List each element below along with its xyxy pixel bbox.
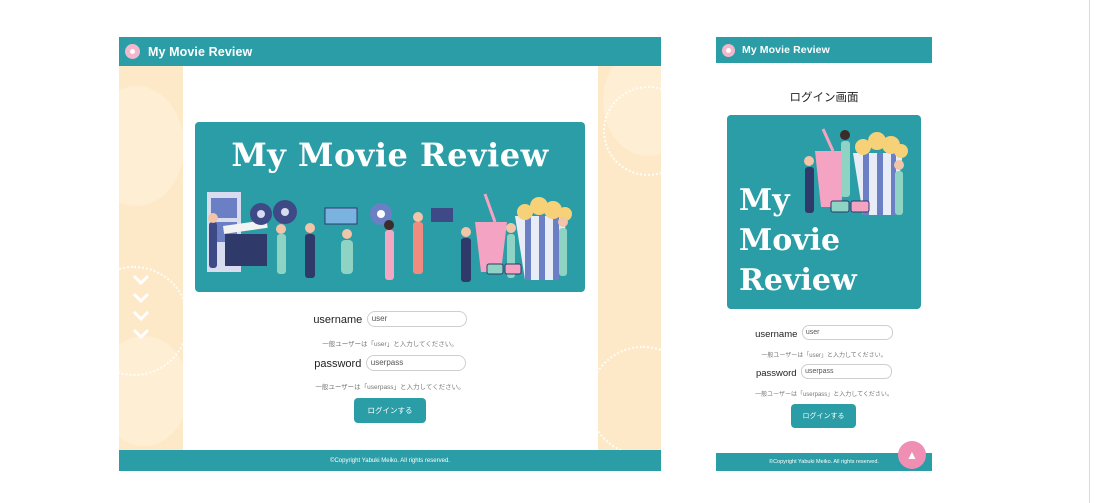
footer: ©Copyright Yabuki Meiko. All rights rese… — [119, 450, 661, 471]
password-hint-row: 一般ユーザーは「userpass」と入力してください。 — [716, 383, 932, 401]
username-label: username — [755, 329, 798, 340]
username-label: username — [313, 314, 363, 326]
username-hint-row: 一般ユーザーは「user」と入力してください。 — [119, 333, 661, 351]
password-row: password userpass — [716, 363, 932, 381]
username-hint-row: 一般ユーザーは「user」と入力してください。 — [716, 344, 932, 362]
chevron-down-icon — [132, 274, 150, 286]
header: My Movie Review — [716, 37, 932, 63]
divider — [1089, 0, 1090, 503]
hero-banner: My Movie Review — [195, 122, 585, 292]
decor-blob — [119, 86, 183, 206]
header: My Movie Review — [119, 37, 661, 66]
login-button[interactable]: ログインする — [791, 404, 856, 428]
password-label: password — [314, 358, 362, 370]
username-hint: 一般ユーザーは「user」と入力してください。 — [761, 353, 887, 359]
username-row: username user — [716, 324, 932, 342]
copyright-text: ©Copyright Yabuki Meiko. All rights rese… — [769, 459, 879, 465]
password-row: password userpass — [119, 354, 661, 372]
password-hint: 一般ユーザーは「userpass」と入力してください。 — [755, 392, 893, 398]
password-hint: 一般ユーザーは「userpass」と入力してください。 — [315, 384, 465, 391]
logo-icon[interactable] — [722, 43, 735, 57]
logo-icon[interactable] — [125, 44, 140, 59]
banner-title-line: Movie — [739, 223, 841, 258]
movie-illustration — [207, 192, 572, 282]
banner-title: My Movie Review — [739, 181, 857, 301]
site-title[interactable]: My Movie Review — [148, 45, 252, 59]
arrow-up-icon: ▲ — [906, 448, 918, 462]
password-input[interactable]: userpass — [365, 354, 466, 371]
copyright-text: ©Copyright Yabuki Meiko. All rights rese… — [330, 457, 450, 464]
banner-title-line: Review — [739, 263, 857, 298]
showcase-canvas: My Movie Review ログイン画面 My Movie Review — [0, 0, 1100, 503]
page-title: ログイン画面 — [789, 92, 859, 104]
username-input[interactable]: user — [801, 325, 893, 341]
username-input[interactable]: user — [366, 310, 467, 327]
password-input[interactable]: userpass — [801, 364, 893, 380]
site-title[interactable]: My Movie Review — [742, 44, 830, 56]
banner-title-line: My — [739, 183, 790, 218]
desktop-preview: My Movie Review ログイン画面 My Movie Review — [119, 37, 661, 471]
username-hint: 一般ユーザーは「user」と入力してください。 — [322, 341, 458, 348]
back-to-top-button[interactable]: ▲ — [898, 441, 926, 469]
username-row: username user — [119, 310, 661, 328]
password-label: password — [755, 368, 797, 379]
chevron-down-icon — [132, 292, 150, 304]
mobile-preview: My Movie Review ログイン画面 My Movie Review u… — [716, 37, 932, 471]
login-button[interactable]: ログインする — [354, 398, 426, 423]
hero-banner: My Movie Review — [727, 115, 921, 309]
password-hint-row: 一般ユーザーは「userpass」と入力してください。 — [119, 376, 661, 394]
